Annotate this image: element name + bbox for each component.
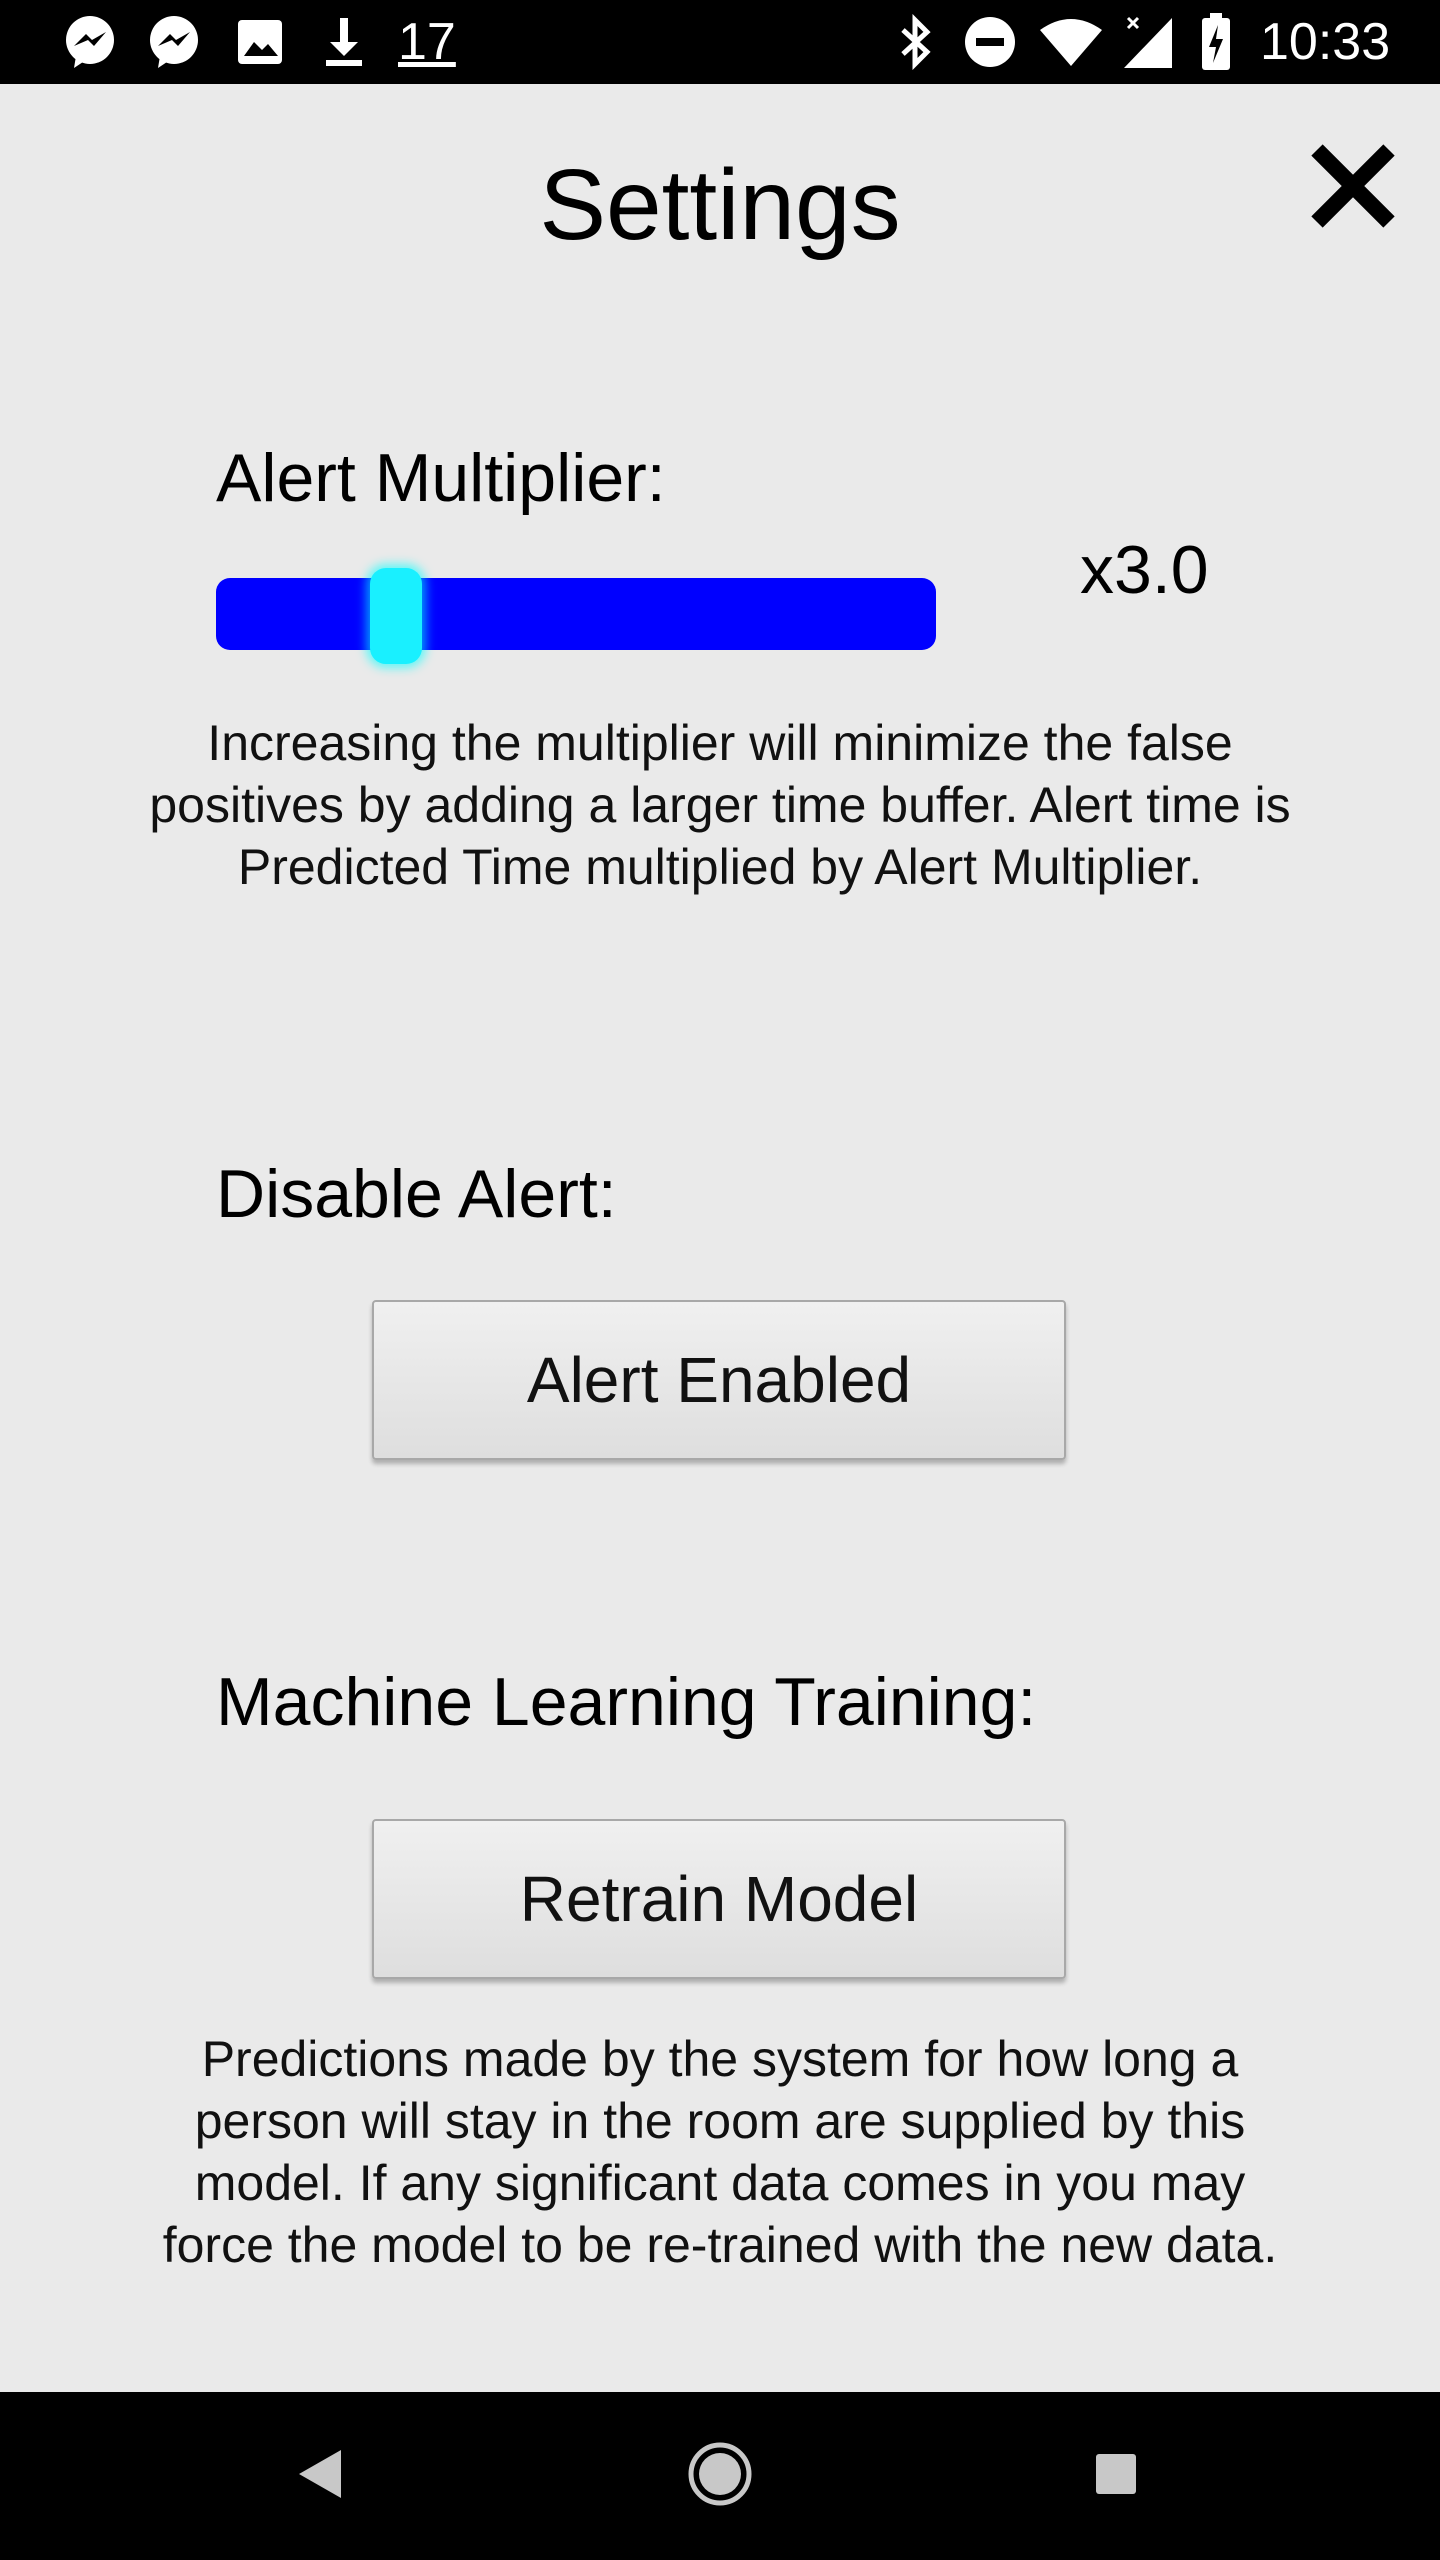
download-icon [316,14,372,70]
alert-multiplier-description: Increasing the multiplier will minimize … [149,715,1291,895]
clock: 10:33 [1260,13,1391,71]
back-button[interactable] [270,2426,370,2526]
messenger-icon [144,14,204,70]
close-icon [1307,140,1399,237]
recents-button[interactable] [1066,2426,1166,2526]
multiplier-value: x3.0 [1080,532,1209,608]
battery-icon [1198,13,1234,70]
alert-multiplier-slider[interactable] [216,568,936,664]
home-button[interactable] [670,2426,770,2526]
alert-multiplier-label: Alert Multiplier: [216,440,666,516]
navigation-bar [0,2392,1440,2560]
signal-icon [1120,14,1176,70]
close-button[interactable] [1298,138,1408,238]
ml-training-description: Predictions made by the system for how l… [162,2031,1278,2273]
image-icon [232,14,288,70]
bluetooth-icon [896,14,936,70]
messenger-icon [60,14,120,70]
alert-enabled-button[interactable]: Alert Enabled [372,1300,1066,1460]
wifi-icon [1036,14,1106,70]
retrain-model-button[interactable]: Retrain Model [372,1819,1066,1979]
status-bar: 17 10:33 [0,0,1440,84]
slider-thumb[interactable] [370,568,422,664]
home-icon [687,2441,753,2512]
ml-training-label: Machine Learning Training: [216,1664,1037,1740]
disable-alert-label: Disable Alert: [216,1156,617,1232]
notification-count: 17 [398,13,456,71]
do-not-disturb-icon [962,14,1018,70]
page-title: Settings [539,149,901,261]
back-icon [297,2448,343,2505]
recents-icon [1094,2452,1138,2501]
